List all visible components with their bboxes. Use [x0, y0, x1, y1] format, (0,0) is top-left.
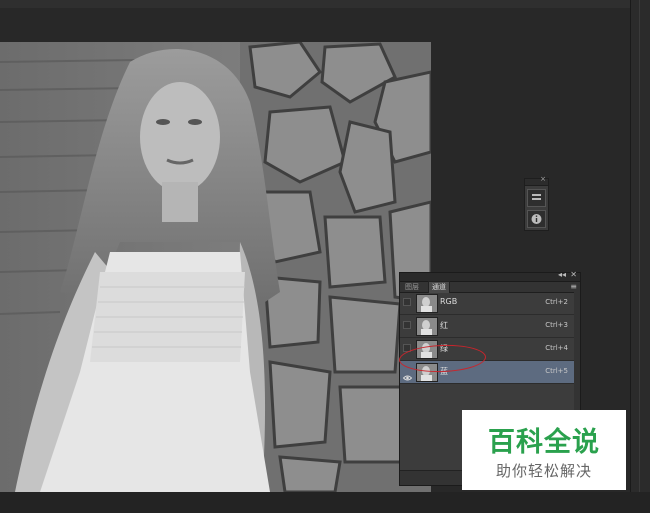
visibility-toggle[interactable] [403, 298, 411, 306]
channel-shortcut: Ctrl+5 [545, 367, 568, 375]
visibility-toggle[interactable] [403, 321, 411, 329]
properties-icon[interactable] [527, 189, 546, 207]
collapse-icon[interactable]: ◂◂ [558, 270, 566, 279]
channel-shortcut: Ctrl+2 [545, 298, 568, 306]
close-icon[interactable]: ✕ [570, 270, 577, 279]
channel-thumbnail [416, 317, 438, 336]
tab-layers[interactable]: 图层 [402, 282, 422, 292]
grayscale-portrait-photo [0, 42, 431, 492]
document-canvas[interactable] [0, 42, 431, 492]
options-bar-edge [0, 0, 650, 8]
info-icon[interactable] [527, 210, 546, 228]
mini-panel-titlebar[interactable]: × [525, 175, 548, 186]
watermark-badge: 百科全说 助你轻松解决 [462, 410, 626, 490]
status-bar [0, 492, 650, 513]
channel-shortcut: Ctrl+4 [545, 344, 568, 352]
panel-menu-icon[interactable]: ≡ [570, 282, 577, 291]
channel-shortcut: Ctrl+3 [545, 321, 568, 329]
photoshop-workspace: × ◂◂ ✕ 图层 通道 ≡ RGB Ctrl+2 红 Ctrl+3 绿 Ctr… [0, 0, 650, 513]
channel-thumbnail [416, 294, 438, 313]
channels-panel-titlebar[interactable]: ◂◂ ✕ [400, 270, 580, 282]
right-panel-dock [630, 0, 650, 513]
channel-row-rgb[interactable]: RGB Ctrl+2 [400, 292, 580, 315]
close-icon[interactable]: × [540, 175, 546, 183]
channel-name: 红 [440, 321, 448, 330]
watermark-subtitle: 助你轻松解决 [495, 462, 592, 480]
watermark-title: 百科全说 [488, 427, 600, 458]
channel-row-red[interactable]: 红 Ctrl+3 [400, 315, 580, 338]
channel-name: RGB [440, 297, 458, 306]
collapsed-panel-strip: × [524, 175, 549, 231]
